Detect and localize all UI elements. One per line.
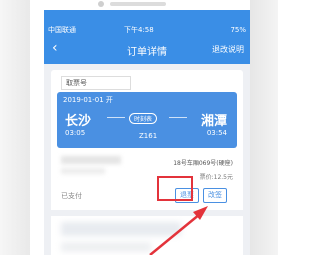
battery-level: 75% [230, 26, 246, 34]
from-station: 长沙 [65, 114, 92, 129]
clock: 下午4:58 [124, 26, 154, 34]
blurred-passenger-name [61, 156, 121, 164]
top-fill [44, 10, 250, 24]
order-card: 取票号 2019-01-01 开 长沙 湘潭 03:05 03:54 时刻表 Z… [51, 70, 243, 255]
blurred-notice-line [61, 222, 181, 236]
train-number: Z161 [139, 132, 158, 140]
route-line-left [107, 117, 125, 118]
nav-bar: ‹ 订单详情 退改说明 [44, 36, 250, 64]
ticket-price: 票价:12.5元 [199, 174, 233, 181]
train-info-box: 2019-01-01 开 长沙 湘潭 03:05 03:54 时刻表 Z161 [57, 92, 237, 148]
change-button-highlight-box [157, 176, 193, 201]
refund-change-info-link[interactable]: 退改说明 [212, 44, 244, 55]
payment-status: 已支付 [61, 192, 82, 200]
seat-info: 18号车厢069号(硬座) [173, 160, 233, 167]
blurred-passenger-id [61, 168, 105, 174]
blurred-notice-line-2 [61, 242, 151, 252]
depart-time: 03:05 [65, 129, 86, 137]
arrive-time: 03:54 [206, 129, 227, 137]
front-camera [98, 1, 104, 7]
phone-screen: 中国联通 下午4:58 75% ‹ 订单详情 退改说明 取票号 2019-01-… [44, 10, 250, 255]
status-bar: 中国联通 下午4:58 75% [44, 24, 250, 36]
phone-bezel-right [250, 0, 278, 255]
change-ticket-button[interactable]: 改签 [203, 188, 227, 203]
ticket-number-label: 取票号 [61, 76, 131, 90]
phone-bezel-left [0, 0, 30, 255]
route-line-right [169, 117, 187, 118]
carrier-label: 中国联通 [48, 26, 76, 34]
earpiece-speaker [110, 2, 166, 6]
to-station: 湘潭 [200, 114, 227, 129]
departure-date: 2019-01-01 开 [63, 96, 113, 104]
schedule-button[interactable]: 时刻表 [129, 113, 158, 124]
section-divider [51, 210, 243, 216]
